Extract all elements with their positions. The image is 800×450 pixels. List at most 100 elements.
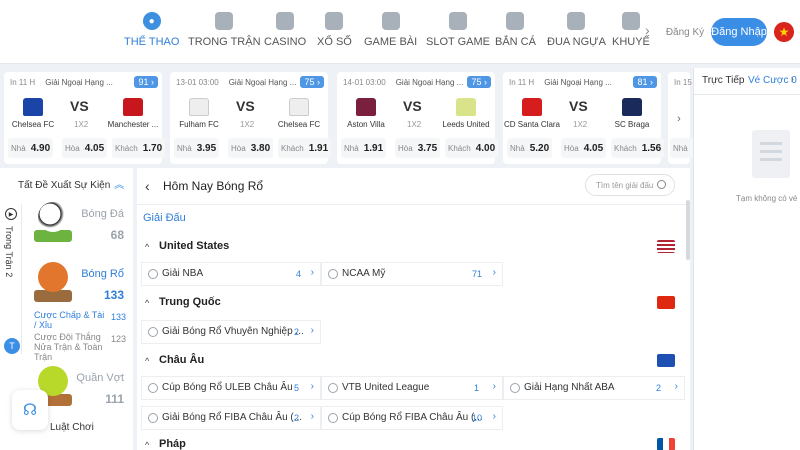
odds-draw-button[interactable]: Hòa 4.05 [62,138,108,158]
league-search-input[interactable]: Tìm tên giải đấu [585,174,675,196]
back-arrow-icon[interactable]: ‹ [145,178,150,194]
nav-label: CASINO [264,36,307,48]
radio[interactable] [148,413,158,423]
league-row[interactable]: Giải Bóng Rổ Vhuyên Nghiệp ... 2 › [141,320,321,344]
gift-icon [621,12,640,30]
market-count-badge[interactable]: 75 › [300,76,324,88]
vertical-tab-badge: T [4,338,20,354]
shirt-icon [289,98,309,116]
match-card[interactable]: 14-01 03:00 Giải Ngoại Hạng ... 75 › Asto… [337,72,499,164]
market-count-badge[interactable]: 81 › [633,76,657,88]
nav-lottery[interactable]: XỔ SỐ [317,12,352,56]
top-navigation: ● THỂ THAO TRONG TRẬN CASINO XỔ SỐ GAME … [0,0,800,64]
market-label: 1X2 [74,120,89,129]
sport-basketball[interactable]: Bóng Rổ 133 [26,258,130,318]
lottery-icon [325,12,344,30]
nav-slot[interactable]: SLOT GAME [426,12,490,56]
nav-scroll-arrow-icon[interactable]: › [645,22,650,38]
odds-away-button[interactable]: Khách 1.56 [611,138,665,158]
radio[interactable] [510,383,520,393]
eu-flag-icon [657,354,675,367]
region-header-china[interactable]: ^ Trung Quốc [137,292,685,316]
video-icon [215,12,234,30]
home-team: Fulham FC [174,98,224,129]
radio[interactable] [328,413,338,423]
shirt-icon [622,98,642,116]
nav-sports[interactable]: ● THỂ THAO [124,12,179,56]
away-team: Leeds United [441,98,491,129]
away-team: Chelsea FC [274,98,324,129]
tab-live[interactable]: Trực Tiếp [702,75,744,86]
league-row[interactable]: Giải Hạng Nhất ABA 2 › [503,376,685,400]
league-row[interactable]: VTB United League 1 › [321,376,503,400]
subitem-handicap[interactable]: Cược Chấp & Tài / Xỉu 133 [34,310,130,332]
panel-arrow-icon[interactable]: › [791,74,794,85]
scrollbar[interactable] [686,200,690,260]
odds-draw-button[interactable]: Hòa 4.05 [561,138,607,158]
horse-icon [567,12,586,30]
nav-card-games[interactable]: GAME BÀI [364,12,417,56]
odds-home-button[interactable]: Nhà 5.20 [507,138,553,158]
match-card[interactable]: In 11 H Giải Ngoại Hạng ... 81 › CD Santa… [503,72,665,164]
card-game-icon [381,12,400,30]
nav-label: ĐUA NGỰA [547,36,606,48]
region-header-united-states[interactable]: ^ United States [137,236,685,260]
home-team: Chelsea FC [8,98,58,129]
tab-bet-slip[interactable]: Vé Cược 0 [748,75,797,86]
nav-live[interactable]: TRONG TRẬN [188,12,261,56]
sport-soccer[interactable]: Bóng Đá 68 [26,198,130,258]
nav-label: BẮN CÁ [495,36,536,48]
vertical-tab-live[interactable]: ▶ Trong Trận 2 T [0,204,22,354]
odds-away-button[interactable]: Khách 4.00 [445,138,499,158]
region-header-europe[interactable]: ^ Châu Âu [137,350,685,374]
nav-fishing[interactable]: BẮN CÁ [495,12,536,56]
nav-casino[interactable]: CASINO [264,12,306,56]
collapse-caret-icon: ^ [145,298,150,308]
odds-home-button[interactable]: Nhà 1.91 [341,138,387,158]
league-row[interactable]: NCAA Mỹ 71 › [321,262,503,286]
basketball-icon [34,262,72,302]
headset-icon[interactable]: ☊ [12,390,48,430]
login-button[interactable]: Đăng Nhập [711,18,767,46]
soccer-ball-icon: ● [142,12,161,30]
radio[interactable] [328,269,338,279]
away-team: Manchester ... [108,98,158,129]
vietnam-flag-icon[interactable]: ★ [774,22,794,42]
radio[interactable] [148,327,158,337]
match-card[interactable]: 13-01 03:00 Giải Ngoại Hạng ... 75 › Fulh… [170,72,332,164]
odds-away-button[interactable]: Khách 1.70 [112,138,166,158]
rules-link[interactable]: Luật Chơi [50,422,94,433]
radio[interactable] [148,383,158,393]
market-label: 1X2 [407,120,422,129]
chevron-right-icon: › [492,267,496,278]
league-row[interactable]: Giải NBA 4 › [141,262,321,286]
odds-home-button[interactable]: Nhà 3.95 [174,138,220,158]
nav-horse-racing[interactable]: ĐUA NGỰA [547,12,606,56]
radio[interactable] [148,269,158,279]
market-count-badge[interactable]: 75 › [467,76,491,88]
strip-next-arrow-icon[interactable]: › [670,104,688,134]
league-list-panel: ‹ Hôm Nay Bóng Rổ Tìm tên giải đấu Giải … [137,168,690,450]
match-card[interactable]: In 11 H Giải Ngoại Hạng ... 91 › Chelsea … [4,72,166,164]
league-row[interactable]: Cúp Bóng Rổ ULEB Châu Âu 5 › [141,376,321,400]
odds-away-button[interactable]: Khách 1.91 [278,138,332,158]
sidebar-header[interactable]: Tất Đề Xuất Sự Kiện ︽ [18,176,124,191]
nav-label: TRONG TRẬN [188,36,261,48]
vs-label: VS [403,98,422,114]
radio[interactable] [328,383,338,393]
league-row[interactable]: Cúp Bóng Rổ FIBA Châu Âu (... 10 › [321,406,503,430]
chevron-right-icon: › [310,381,314,392]
odds-home-button[interactable]: Nhà 4.90 [8,138,54,158]
subitem-halftime-fulltime[interactable]: Cược Đội Thắng Nửa Trận & Toàn Trận 123 [34,332,130,362]
register-button[interactable]: Đăng Ký [665,22,705,42]
market-label: 1X2 [573,120,588,129]
market-count-badge[interactable]: 91 › [134,76,158,88]
odds-home-button[interactable]: Nhà [670,138,696,158]
collapse-caret-icon: ^ [145,440,150,450]
region-header-france[interactable]: ^ Pháp [137,434,685,450]
league-row[interactable]: Giải Bóng Rổ FIBA Châu Âu (... 2 › [141,406,321,430]
shirt-icon [189,98,209,116]
odds-draw-button[interactable]: Hòa 3.75 [395,138,441,158]
odds-draw-button[interactable]: Hòa 3.80 [228,138,274,158]
us-flag-icon [657,240,675,253]
